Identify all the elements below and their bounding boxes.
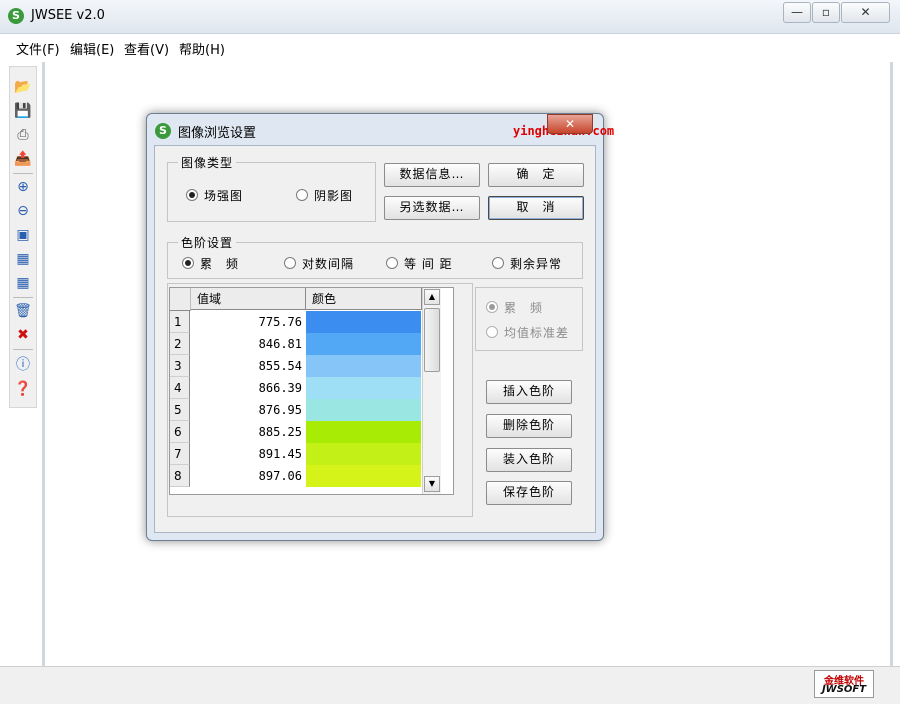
mode-options-group: 累 频 均值标准差 xyxy=(475,287,583,351)
radio-log-interval[interactable]: 对数间隔 xyxy=(284,255,354,272)
maximize-button[interactable]: ▫ xyxy=(812,2,840,23)
ok-button[interactable]: 确 定 xyxy=(488,163,584,187)
table-cell-value[interactable]: 846.81 xyxy=(191,333,305,355)
radio-mode-cumulative[interactable]: 累 频 xyxy=(486,299,543,316)
close-button[interactable]: ✕ xyxy=(841,2,890,23)
workspace-border-right xyxy=(890,62,893,682)
table-cell-value[interactable]: 775.76 xyxy=(191,311,305,333)
scroll-up-icon[interactable]: ▲ xyxy=(424,289,440,305)
radio-residual-anomaly[interactable]: 剩余异常 xyxy=(492,255,562,272)
fit-image-icon[interactable]: ▣ xyxy=(13,225,33,245)
radio-cumulative-frequency[interactable]: 累 频 xyxy=(182,255,239,272)
radio-mode-mean-std[interactable]: 均值标准差 xyxy=(486,324,569,341)
data-info-button[interactable]: 数据信息… xyxy=(384,163,480,187)
status-bar xyxy=(0,666,900,704)
dialog-close-button[interactable]: ✕ xyxy=(547,114,593,134)
table-cell-color[interactable] xyxy=(306,421,421,443)
menu-help[interactable]: 帮助(H) xyxy=(179,39,225,58)
window-title: JWSEE v2.0 xyxy=(31,8,105,23)
row-index[interactable]: 7 xyxy=(170,443,190,465)
table-corner xyxy=(170,288,191,311)
table-cell-value[interactable]: 891.45 xyxy=(191,443,305,465)
actual-size-icon[interactable]: ▦ xyxy=(13,249,33,269)
save-color-level-button[interactable]: 保存色阶 xyxy=(486,481,572,505)
toolbar-separator xyxy=(13,349,33,350)
load-color-level-button[interactable]: 装入色阶 xyxy=(486,448,572,472)
column-header-color[interactable]: 颜色 xyxy=(306,288,422,310)
scrollbar-thumb[interactable] xyxy=(424,308,440,372)
trash-icon[interactable]: 🗑 xyxy=(13,301,33,321)
color-scale-table: 值域 颜色 1 775.76 2 846.81 3 855.54 4 866.3… xyxy=(169,287,454,495)
radio-dot-icon xyxy=(296,189,308,201)
radio-dot-icon xyxy=(186,189,198,201)
table-cell-color[interactable] xyxy=(306,399,421,421)
vertical-toolbar: 📂 💾 ⎙ 📤 ⊕ ⊖ ▣ ▦ ▦ 🗑 ✖ ⓘ ❓ xyxy=(9,66,37,408)
radio-dot-icon xyxy=(486,301,498,313)
brand-logo: 金维软件 JWSOFT xyxy=(814,670,874,698)
zoom-in-icon[interactable]: ⊕ xyxy=(13,177,33,197)
radio-dot-icon xyxy=(386,257,398,269)
table-vertical-scrollbar[interactable]: ▲ ▼ xyxy=(422,288,441,494)
table-cell-value[interactable]: 885.25 xyxy=(191,421,305,443)
image-type-group-title: 图像类型 xyxy=(178,154,237,171)
workspace-border-left xyxy=(42,62,45,682)
radio-dot-icon xyxy=(486,326,498,338)
dialog-logo-icon: S xyxy=(155,123,171,139)
column-header-value-range[interactable]: 值域 xyxy=(191,288,306,310)
dialog-body: 图像类型 场强图 阴影图 数据信息… 确 定 另选数据… 取 消 色阶设置 累 … xyxy=(154,145,596,533)
app-logo-icon: S xyxy=(8,8,24,24)
row-index[interactable]: 1 xyxy=(170,311,190,333)
row-index[interactable]: 5 xyxy=(170,399,190,421)
radio-equal-interval[interactable]: 等 间 距 xyxy=(386,255,453,272)
open-folder-icon[interactable]: 📂 xyxy=(13,77,33,97)
print-icon[interactable]: ⎙ xyxy=(13,125,33,145)
radio-shaded-relief[interactable]: 阴影图 xyxy=(296,187,353,204)
image-type-group: 图像类型 场强图 阴影图 xyxy=(167,154,376,222)
scroll-down-icon[interactable]: ▼ xyxy=(424,476,440,492)
radio-dot-icon xyxy=(182,257,194,269)
radio-dot-icon xyxy=(492,257,504,269)
row-index[interactable]: 6 xyxy=(170,421,190,443)
menu-edit[interactable]: 编辑(E) xyxy=(70,39,114,58)
select-other-data-button[interactable]: 另选数据… xyxy=(384,196,480,220)
table-cell-color[interactable] xyxy=(306,355,421,377)
insert-color-level-button[interactable]: 插入色阶 xyxy=(486,380,572,404)
table-cell-color[interactable] xyxy=(306,333,421,355)
menu-file[interactable]: 文件(F) xyxy=(16,39,60,58)
export-icon[interactable]: 📤 xyxy=(13,149,33,169)
table-cell-color[interactable] xyxy=(306,443,421,465)
table-cell-color[interactable] xyxy=(306,311,421,333)
dialog-title: 图像浏览设置 xyxy=(178,126,257,141)
minimize-button[interactable]: — xyxy=(783,2,811,23)
table-cell-value[interactable]: 876.95 xyxy=(191,399,305,421)
row-index[interactable]: 3 xyxy=(170,355,190,377)
help-icon[interactable]: ❓ xyxy=(13,379,33,399)
table-cell-color[interactable] xyxy=(306,465,421,487)
save-icon[interactable]: 💾 xyxy=(13,101,33,121)
table-cell-value[interactable]: 897.06 xyxy=(191,465,305,487)
radio-dot-icon xyxy=(284,257,296,269)
brand-logo-en: JWSOFT xyxy=(821,684,867,695)
toolbar-separator xyxy=(13,297,33,298)
title-bar xyxy=(0,0,900,34)
row-index[interactable]: 4 xyxy=(170,377,190,399)
table-cell-color[interactable] xyxy=(306,377,421,399)
table-cell-value[interactable]: 866.39 xyxy=(191,377,305,399)
grid-icon[interactable]: ▦ xyxy=(13,273,33,293)
delete-x-icon[interactable]: ✖ xyxy=(13,325,33,345)
row-index[interactable]: 2 xyxy=(170,333,190,355)
toolbar-separator xyxy=(13,173,33,174)
image-view-settings-dialog: S 图像浏览设置 yinghezhan.com ✕ 图像类型 场强图 阴影图 数… xyxy=(146,113,614,541)
table-cell-value[interactable]: 855.54 xyxy=(191,355,305,377)
cancel-button[interactable]: 取 消 xyxy=(488,196,584,220)
delete-color-level-button[interactable]: 删除色阶 xyxy=(486,414,572,438)
row-index[interactable]: 8 xyxy=(170,465,190,487)
radio-field-strength[interactable]: 场强图 xyxy=(186,187,243,204)
zoom-out-icon[interactable]: ⊖ xyxy=(13,201,33,221)
info-icon[interactable]: ⓘ xyxy=(13,355,33,375)
color-scale-group: 色阶设置 累 频 对数间隔 等 间 距 剩余异常 xyxy=(167,234,583,279)
menu-view[interactable]: 查看(V) xyxy=(124,39,169,58)
color-scale-group-title: 色阶设置 xyxy=(178,234,237,251)
